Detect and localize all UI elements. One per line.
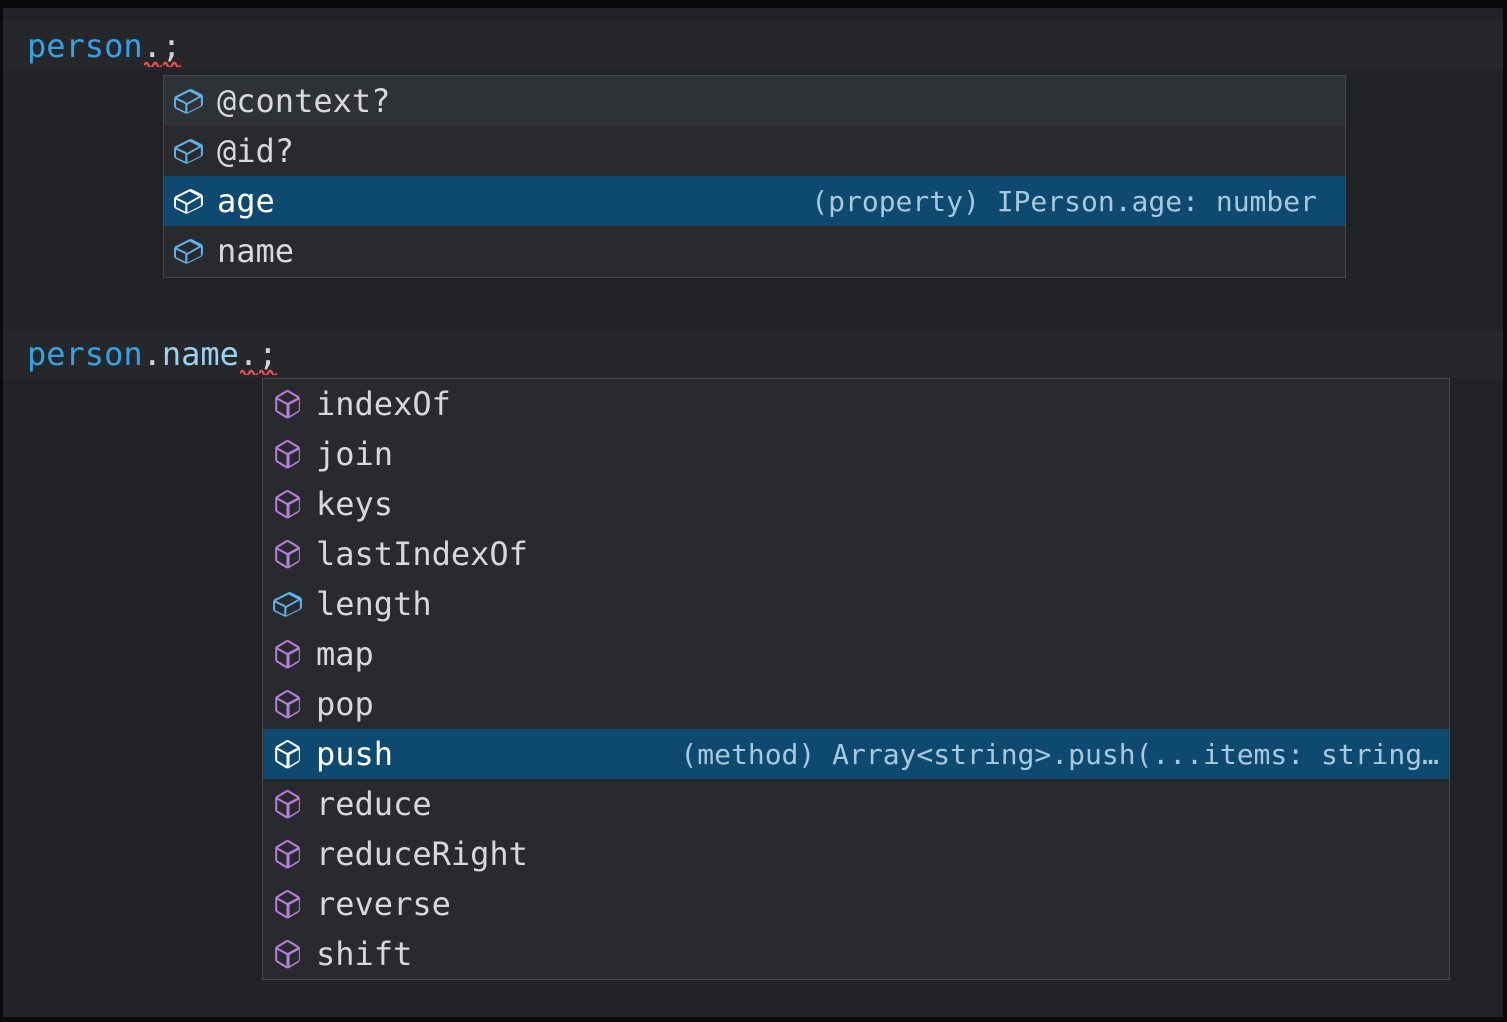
suggestion-label: @context? (217, 82, 390, 120)
symbol-method-icon (271, 438, 304, 471)
suggestion-item[interactable]: pop (263, 679, 1449, 729)
suggestion-label: reduceRight (316, 835, 528, 873)
suggestion-item[interactable]: map (263, 629, 1449, 679)
code-token-error: ; (258, 330, 277, 378)
symbol-method-icon (271, 388, 304, 421)
suggestion-detail: (property) IPerson.age: number (811, 185, 1337, 218)
error-squiggle-icon (240, 368, 258, 375)
code-token-punctuation: . (143, 335, 162, 373)
suggestion-item[interactable]: age (property) IPerson.age: number (164, 176, 1345, 226)
code-token-error: . (143, 22, 162, 70)
suggestion-item[interactable]: keys (263, 479, 1449, 529)
symbol-field-icon (172, 85, 205, 118)
symbol-field-icon (271, 588, 304, 621)
suggestion-item[interactable]: indexOf (263, 379, 1449, 429)
suggestion-item[interactable]: reduce (263, 779, 1449, 829)
suggestion-item[interactable]: shift (263, 929, 1449, 979)
suggest-widget-name: indexOf join keys lastIndexOf length map pop pu… (262, 378, 1450, 980)
suggestion-label: name (217, 232, 294, 270)
suggestion-label: pop (316, 685, 374, 723)
symbol-method-icon (271, 688, 304, 721)
suggestion-label: age (217, 182, 275, 220)
code-token-variable: person (27, 27, 143, 65)
error-squiggle-icon (144, 60, 162, 67)
suggestion-label: reverse (316, 885, 451, 923)
suggestion-item[interactable]: @context? (164, 76, 1345, 126)
symbol-method-icon (271, 838, 304, 871)
suggestion-label: join (316, 435, 393, 473)
error-squiggle-icon (259, 368, 277, 375)
code-token-variable: person (27, 335, 143, 373)
suggestion-detail: (method) Array<string>.push(...items: st… (680, 738, 1441, 771)
symbol-method-icon (271, 788, 304, 821)
symbol-method-icon (271, 738, 304, 771)
symbol-method-icon (271, 888, 304, 921)
suggestion-label: map (316, 635, 374, 673)
suggestion-label: keys (316, 485, 393, 523)
suggestion-item[interactable]: length (263, 579, 1449, 629)
suggestion-item[interactable]: name (164, 226, 1345, 276)
code-line-2[interactable]: person.name.; (27, 330, 277, 378)
suggestion-label: shift (316, 935, 412, 973)
symbol-method-icon (271, 938, 304, 971)
code-token-property: name (162, 335, 239, 373)
code-token-error: ; (162, 22, 181, 70)
suggestion-item[interactable]: @id? (164, 126, 1345, 176)
suggestion-item[interactable]: reverse (263, 879, 1449, 929)
symbol-field-icon (172, 185, 205, 218)
editor-window: person.; person.name.; @context?@id?age(… (0, 0, 1507, 1022)
code-line-1[interactable]: person.; (27, 22, 181, 70)
symbol-method-icon (271, 488, 304, 521)
suggestion-item[interactable]: join (263, 429, 1449, 479)
suggestion-label: indexOf (316, 385, 451, 423)
suggest-widget-person: @context? @id? age (property) IPerson.age: … (163, 75, 1346, 278)
code-token-error: . (239, 330, 258, 378)
suggestion-item[interactable]: reduceRight (263, 829, 1449, 879)
suggestion-label: push (316, 735, 393, 773)
suggestion-item[interactable]: push (method) Array<string>.push(...items… (263, 729, 1449, 779)
symbol-method-icon (271, 538, 304, 571)
symbol-field-icon (172, 135, 205, 168)
suggestion-label: length (316, 585, 432, 623)
symbol-method-icon (271, 638, 304, 671)
error-squiggle-icon (163, 60, 181, 67)
symbol-field-icon (172, 235, 205, 268)
suggestion-item[interactable]: lastIndexOf (263, 529, 1449, 579)
suggestion-label: lastIndexOf (316, 535, 528, 573)
code-editor[interactable]: person.; person.name.; @context?@id?age(… (3, 8, 1503, 1017)
suggestion-label: @id? (217, 132, 294, 170)
suggestion-label: reduce (316, 785, 432, 823)
line-highlight (3, 22, 1503, 70)
